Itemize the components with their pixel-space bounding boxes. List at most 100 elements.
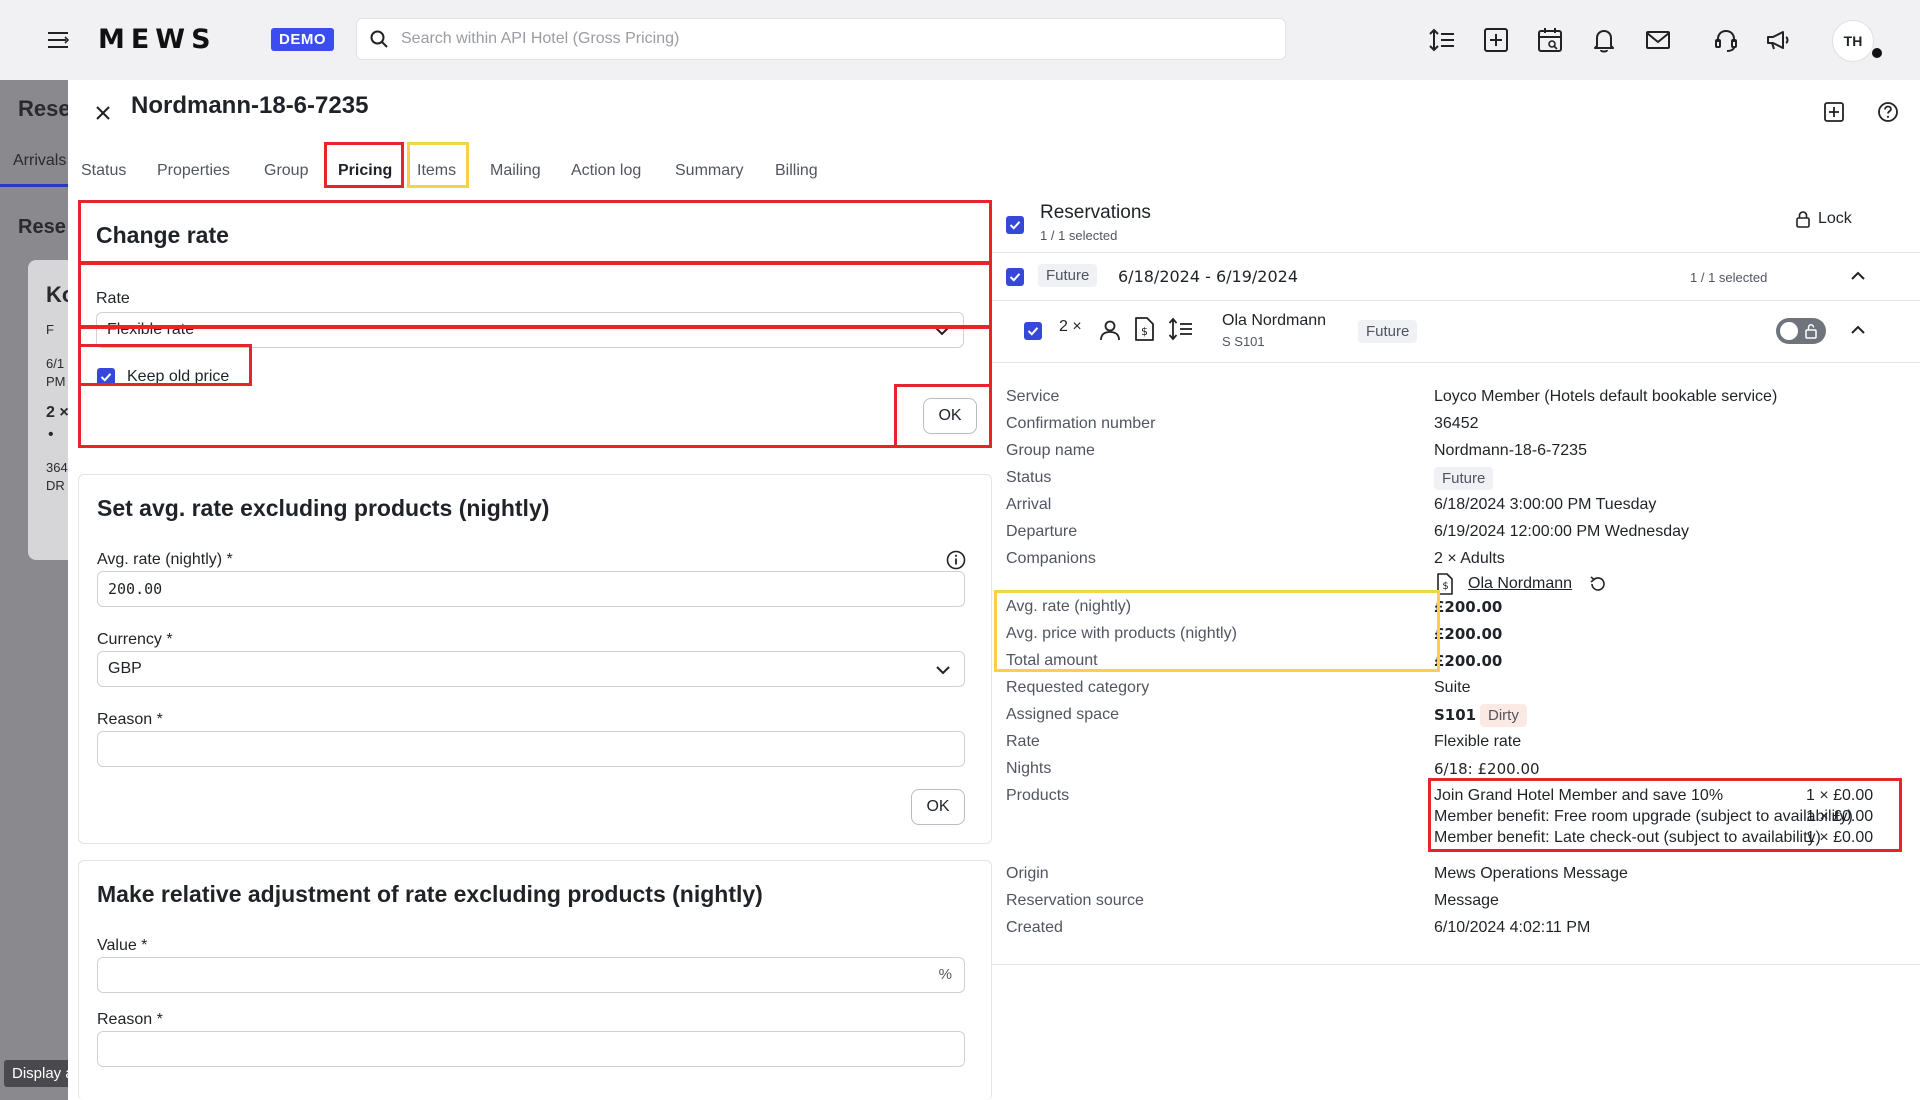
user-avatar[interactable]: TH — [1832, 20, 1874, 62]
lock-icon[interactable] — [1794, 210, 1812, 228]
rate-select[interactable]: Flexible rate — [96, 312, 964, 348]
divider — [992, 252, 1920, 253]
select-all-reservations-checkbox[interactable] — [1006, 216, 1024, 234]
status-badge: Future — [1038, 264, 1098, 287]
detail-value: £200.00 — [1434, 598, 1503, 616]
product-qty: 1 × £0.00 — [1806, 787, 1874, 804]
keep-old-price-label[interactable]: Keep old price — [127, 368, 229, 386]
detail-label: Created — [1006, 919, 1063, 936]
keep-old-price-checkbox[interactable] — [97, 368, 115, 386]
info-icon[interactable] — [945, 549, 967, 571]
detail-label: Service — [1006, 388, 1060, 405]
detail-value: 2 × Adults — [1434, 550, 1505, 567]
detail-label: Departure — [1006, 523, 1078, 540]
detail-label: Arrival — [1006, 496, 1052, 513]
billing-document-icon: $ — [1435, 572, 1455, 596]
top-bar: MEWS DEMO TH — [0, 0, 1920, 80]
demo-badge: DEMO — [271, 28, 334, 51]
tab-status[interactable]: Status — [81, 150, 126, 194]
mail-icon[interactable] — [1642, 24, 1674, 56]
rate-select-value: Flexible rate — [107, 321, 195, 338]
guest-name[interactable]: Ola Nordmann — [1222, 312, 1326, 330]
reason-input[interactable] — [97, 1031, 965, 1067]
background-card-line: Ko — [46, 282, 68, 307]
refresh-icon[interactable] — [1588, 574, 1608, 594]
search-bar[interactable] — [356, 18, 1286, 60]
calendar-search-icon[interactable] — [1534, 24, 1566, 56]
detail-label: Products — [1006, 787, 1070, 804]
select-group-checkbox[interactable] — [1006, 268, 1024, 286]
detail-label: Companions — [1006, 550, 1096, 567]
set-avg-rate-ok-button[interactable]: OK — [911, 789, 965, 825]
detail-value: 6/10/2024 4:02:11 PM — [1434, 919, 1591, 936]
search-input[interactable] — [401, 30, 1261, 48]
tab-pricing[interactable]: Pricing — [338, 150, 392, 194]
main-menu-icon[interactable] — [44, 28, 72, 52]
support-headset-icon[interactable] — [1710, 24, 1742, 56]
detail-value: 36452 — [1434, 415, 1479, 432]
tab-properties[interactable]: Properties — [157, 150, 230, 194]
tab-summary[interactable]: Summary — [675, 150, 743, 194]
detail-value: 6/18: £200.00 — [1434, 760, 1540, 778]
select-reservation-checkbox[interactable] — [1024, 322, 1042, 340]
set-avg-rate-card: Set avg. rate excluding products (nightl… — [78, 474, 992, 844]
product-name: Join Grand Hotel Member and save 10% — [1434, 787, 1724, 804]
detail-label: Total amount — [1006, 652, 1098, 669]
background-card-line: 2 × — [46, 404, 68, 421]
reason-input[interactable] — [97, 731, 965, 767]
detail-value: £200.00 — [1434, 652, 1503, 670]
guest-space: S S101 — [1222, 334, 1265, 349]
group-selected-count: 1 / 1 selected — [1690, 270, 1768, 285]
tab-items[interactable]: Items — [417, 150, 456, 194]
change-rate-ok-button[interactable]: OK — [923, 398, 977, 434]
change-rate-title: Change rate — [96, 222, 229, 248]
rate-label: Rate — [96, 290, 130, 307]
chevron-up-icon[interactable] — [1848, 320, 1868, 340]
product-qty: 1 × £0.00 — [1806, 829, 1874, 846]
status-badge: Future — [1434, 467, 1494, 490]
currency-select[interactable]: GBP — [97, 651, 965, 687]
add-box-icon[interactable] — [1480, 24, 1512, 56]
help-icon[interactable] — [1874, 98, 1902, 126]
reason-label: Reason * — [97, 711, 163, 728]
companion-link[interactable]: Ola Nordmann — [1468, 575, 1572, 593]
tab-mailing[interactable]: Mailing — [490, 150, 541, 194]
background-card-line: PM — [46, 374, 66, 389]
billing-document-icon[interactable]: $ — [1132, 316, 1156, 342]
close-icon[interactable] — [90, 100, 116, 126]
background-card-line: 6/1 — [46, 356, 65, 371]
avg-rate-label: Avg. rate (nightly) * — [97, 551, 233, 568]
add-box-icon[interactable] — [1820, 98, 1848, 126]
mews-logo[interactable]: MEWS — [98, 24, 217, 55]
avg-rate-input[interactable]: 200.00 — [97, 571, 965, 607]
bell-icon[interactable] — [1588, 24, 1620, 56]
chevron-up-icon[interactable] — [1848, 266, 1868, 286]
tab-billing[interactable]: Billing — [775, 150, 818, 194]
tab-action-log[interactable]: Action log — [571, 150, 641, 194]
announcement-megaphone-icon[interactable] — [1762, 24, 1794, 56]
detail-label: Nights — [1006, 760, 1052, 777]
background-page: Rese Arrivals Rese Ko F 6/1 PM 2 × • 364… — [0, 80, 68, 1100]
tab-group[interactable]: Group — [264, 150, 308, 194]
reservation-modal: Nordmann-18-6-7235 Status Properties Gro… — [68, 80, 1920, 1100]
chevron-down-icon — [933, 322, 951, 340]
percent-suffix: % — [938, 966, 952, 983]
person-count: 2 × — [1059, 318, 1082, 335]
sort-list-icon[interactable] — [1168, 316, 1194, 342]
sort-list-icon[interactable] — [1426, 24, 1458, 56]
group-dates: 6/18/2024 - 6/19/2024 — [1118, 267, 1299, 286]
lock-button[interactable]: Lock — [1818, 210, 1852, 228]
background-subtitle: Rese — [18, 216, 66, 238]
status-badge: Future — [1358, 320, 1418, 343]
background-tab-arrivals[interactable]: Arrivals — [13, 152, 66, 170]
value-label: Value * — [97, 937, 148, 954]
detail-value: £200.00 — [1434, 625, 1503, 643]
background-card-line: DR — [46, 478, 65, 493]
lock-toggle[interactable] — [1776, 318, 1826, 344]
value-input[interactable]: % — [97, 957, 965, 993]
background-title: Rese — [18, 96, 68, 121]
detail-value: Nordmann-18-6-7235 — [1434, 442, 1587, 459]
space-state-badge: Dirty — [1480, 704, 1527, 727]
background-card-line: F — [46, 322, 54, 337]
background-card[interactable]: Ko F 6/1 PM 2 × • 364 DR — [28, 260, 68, 560]
